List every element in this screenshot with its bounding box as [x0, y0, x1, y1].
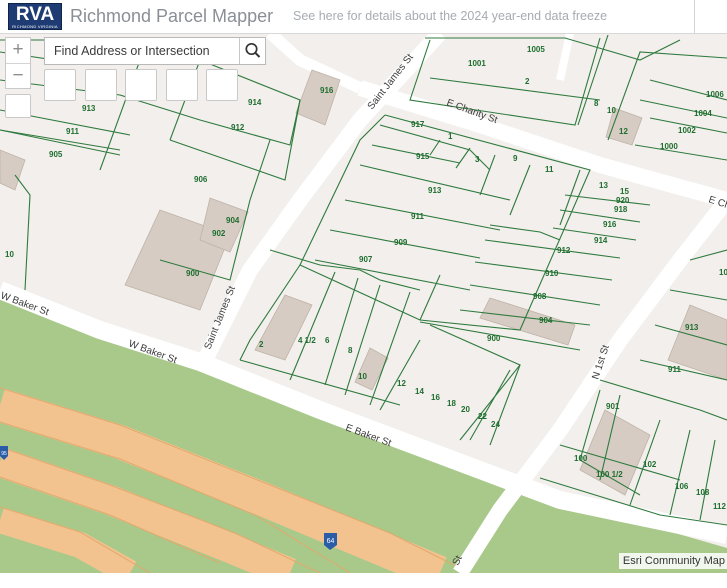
parcel-label: 106: [675, 482, 689, 491]
shield-number: 64: [327, 538, 335, 545]
parcel-label: 8: [348, 346, 353, 355]
parcel-label: 900: [487, 334, 501, 343]
parcel-label: 10: [719, 268, 727, 277]
search-box: [44, 37, 266, 65]
parcel-label: 912: [557, 246, 571, 255]
parcel-label: 918: [614, 205, 628, 214]
logo-subtext: RICHMOND VIRGINIA: [12, 24, 58, 29]
parcel-label: 112: [713, 502, 726, 511]
parcel-label: 913: [428, 186, 442, 195]
map-tool-button[interactable]: [5, 94, 31, 118]
tool-button-5[interactable]: [206, 69, 238, 101]
parcel-label: 900: [186, 269, 200, 278]
parcel-label: 100 1/2: [596, 470, 623, 479]
parcel-label: 910: [545, 269, 559, 278]
tool-button-1[interactable]: [44, 69, 76, 101]
parcel-label: 9: [513, 154, 518, 163]
parcel-label: 100: [574, 454, 588, 463]
parcel-label: 16: [431, 393, 440, 402]
tool-button-2[interactable]: [85, 69, 117, 101]
parcel-label: 914: [248, 98, 262, 107]
parcel-label: 3: [475, 155, 480, 164]
parcel-label: 102: [643, 460, 657, 469]
parcel-label: 907: [359, 255, 373, 264]
app-title: Richmond Parcel Mapper: [70, 6, 274, 26]
parcel-label: 917: [411, 120, 425, 129]
parcel-label: 4 1/2: [298, 336, 316, 345]
zoom-in-button[interactable]: +: [6, 38, 30, 64]
header-divider: [694, 0, 695, 33]
parcel-label: 911: [66, 127, 79, 136]
parcel-label: 904: [226, 216, 240, 225]
parcel-label: 12: [397, 379, 406, 388]
parcel-label: 905: [49, 150, 63, 159]
parcel-label: 1001: [468, 59, 486, 68]
map-view[interactable]: Saint James St E Charity St Saint James …: [0, 33, 727, 573]
parcel-label: 1000: [660, 142, 678, 151]
basemap: Saint James St E Charity St Saint James …: [0, 33, 727, 573]
parcel-label: 909: [394, 238, 408, 247]
parcel-label: 1004: [694, 109, 712, 118]
parcel-label: 904: [539, 316, 553, 325]
parcel-label: 902: [212, 229, 226, 238]
parcel-label: 8: [594, 99, 599, 108]
parcel-label: 1006: [706, 90, 724, 99]
parcel-label: 901: [606, 402, 620, 411]
parcel-label: 6: [325, 336, 330, 345]
parcel-label: 908: [533, 292, 547, 301]
parcel-label: 24: [491, 420, 500, 429]
parcel-label: 18: [447, 399, 456, 408]
parcel-label: 914: [594, 236, 608, 245]
parcel-label: 916: [320, 86, 334, 95]
app-header: RVA RICHMOND VIRGINIA Richmond Parcel Ma…: [0, 0, 727, 34]
logo-text: RVA: [15, 4, 55, 25]
parcel-label: 920: [616, 196, 630, 205]
search-button[interactable]: [239, 38, 266, 64]
parcel-label: 22: [478, 412, 487, 421]
parcel-label: 911: [668, 365, 681, 374]
data-freeze-notice-link[interactable]: See here for details about the 2024 year…: [293, 8, 607, 24]
map-attribution[interactable]: Esri Community Map: [618, 553, 727, 569]
tool-button-4[interactable]: [166, 69, 198, 101]
zoom-out-button[interactable]: −: [6, 64, 30, 89]
parcel-label: 1002: [678, 126, 696, 135]
parcel-label: 10: [358, 372, 367, 381]
parcel-label: 20: [461, 405, 470, 414]
rva-logo[interactable]: RVA RICHMOND VIRGINIA: [8, 3, 62, 30]
parcel-label: 1005: [527, 45, 545, 54]
parcel-label: 915: [416, 152, 430, 161]
parcel-label: 2: [259, 340, 264, 349]
parcel-label: 912: [231, 123, 245, 132]
parcel-label: 15: [620, 187, 629, 196]
parcel-label: 108: [696, 488, 710, 497]
parcel-label: 12: [619, 127, 628, 136]
parcel-label: 10: [5, 250, 14, 259]
parcel-label: 2: [525, 77, 530, 86]
shield-number: 95: [1, 451, 7, 457]
parcel-label: 913: [685, 323, 699, 332]
footer-strip: [0, 573, 727, 588]
parcel-label: 10: [607, 106, 616, 115]
parcel-label: 916: [603, 220, 617, 229]
parcel-label: 1: [448, 132, 453, 141]
search-icon: [245, 42, 261, 58]
parcel-label: 13: [599, 181, 608, 190]
parcel-label: 14: [415, 387, 424, 396]
zoom-control: + −: [5, 37, 31, 89]
parcel-label: 913: [82, 104, 96, 113]
parcel-label: 11: [545, 165, 554, 174]
tool-button-3[interactable]: [125, 69, 157, 101]
parcel-label: 911: [411, 212, 424, 221]
parcel-label: 906: [194, 175, 208, 184]
address-search-input[interactable]: [45, 38, 239, 64]
